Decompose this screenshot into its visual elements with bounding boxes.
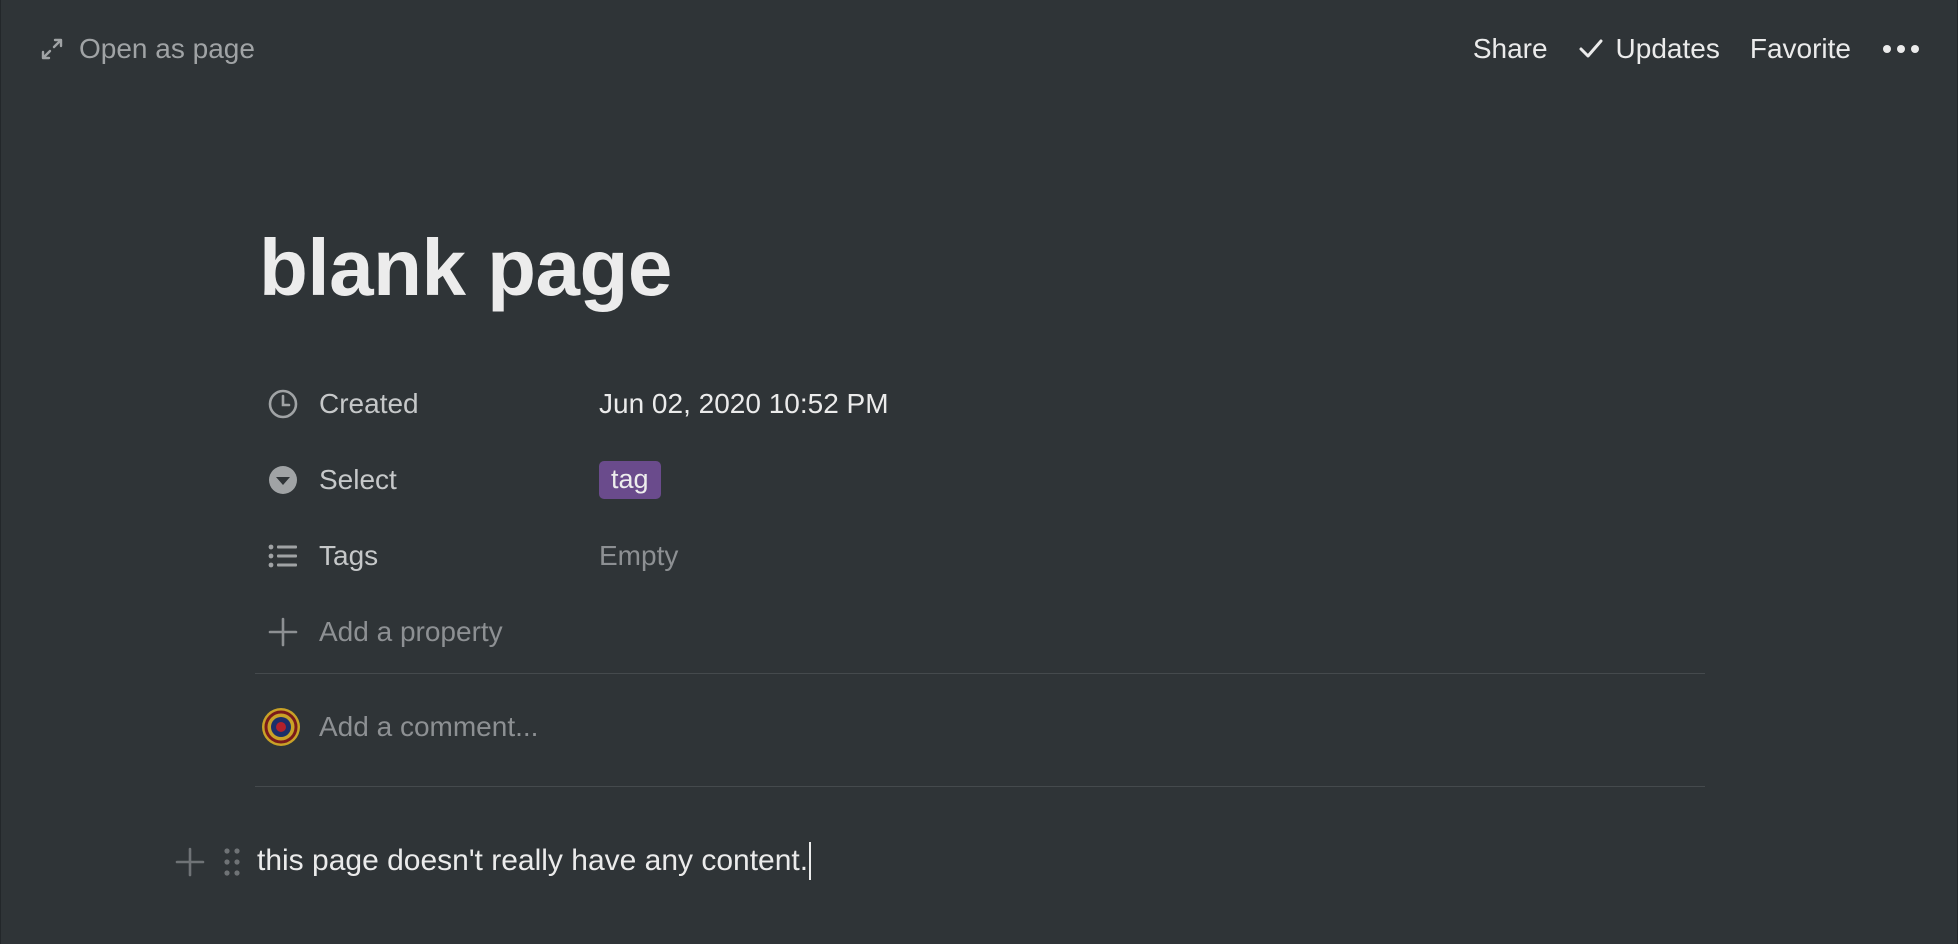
share-button[interactable]: Share bbox=[1473, 33, 1548, 65]
check-icon bbox=[1578, 36, 1604, 62]
open-as-page-button[interactable]: Open as page bbox=[39, 28, 255, 70]
favorite-button[interactable]: Favorite bbox=[1750, 33, 1851, 65]
list-icon bbox=[267, 540, 299, 572]
property-value-tags[interactable]: Empty bbox=[599, 540, 678, 572]
property-name-tags[interactable]: Tags bbox=[257, 540, 599, 572]
property-label: Created bbox=[319, 388, 419, 419]
text-caret bbox=[809, 841, 812, 880]
more-options-button[interactable] bbox=[1881, 34, 1921, 64]
text-block: this page doesn't really have any conten… bbox=[173, 840, 812, 884]
property-row-created: Created Jun 02, 2020 10:52 PM bbox=[257, 366, 1707, 442]
add-property: Add a property bbox=[257, 616, 503, 648]
divider bbox=[255, 673, 1705, 674]
add-property-button[interactable]: Add a property bbox=[257, 594, 1707, 670]
top-actions: Share Updates Favorite bbox=[1443, 28, 1921, 70]
property-label: Select bbox=[319, 464, 397, 495]
select-icon bbox=[267, 464, 299, 496]
properties-list: Created Jun 02, 2020 10:52 PM Select tag bbox=[257, 366, 1707, 670]
page-peek-window: Open as page Share Updates Favorite blan… bbox=[0, 0, 1958, 944]
property-row-select: Select tag bbox=[257, 442, 1707, 518]
property-label: Tags bbox=[319, 540, 379, 571]
open-as-page-label: Open as page bbox=[79, 33, 255, 64]
favorite-label: Favorite bbox=[1749, 33, 1851, 64]
more-icon bbox=[1881, 34, 1921, 64]
expand-icon bbox=[39, 36, 65, 62]
clock-icon bbox=[267, 388, 299, 420]
block-text-editor[interactable]: this page doesn't really have any conten… bbox=[257, 841, 812, 880]
plus-icon bbox=[267, 616, 299, 648]
property-value-created[interactable]: Jun 02, 2020 10:52 PM bbox=[599, 388, 889, 420]
share-label: Share bbox=[1472, 33, 1548, 64]
property-name-created[interactable]: Created bbox=[257, 388, 599, 420]
property-name-select[interactable]: Select bbox=[257, 464, 599, 496]
updates-button[interactable]: Updates bbox=[1578, 33, 1720, 65]
add-property-label: Add a property bbox=[319, 616, 503, 647]
drag-handle-icon[interactable] bbox=[215, 845, 249, 879]
comment-input[interactable]: Add a comment... bbox=[261, 704, 538, 750]
divider bbox=[255, 786, 1705, 787]
tag-pill: tag bbox=[599, 461, 661, 499]
page-title[interactable]: blank page bbox=[259, 228, 672, 308]
add-block-icon[interactable] bbox=[173, 845, 207, 879]
updates-label: Updates bbox=[1615, 33, 1720, 64]
property-row-tags: Tags Empty bbox=[257, 518, 1707, 594]
comment-placeholder: Add a comment... bbox=[319, 711, 539, 742]
top-bar: Open as page Share Updates Favorite bbox=[1, 0, 1957, 98]
property-value-select[interactable]: tag bbox=[599, 461, 661, 499]
avatar bbox=[261, 707, 301, 747]
block-text: this page doesn't really have any conten… bbox=[257, 844, 809, 878]
